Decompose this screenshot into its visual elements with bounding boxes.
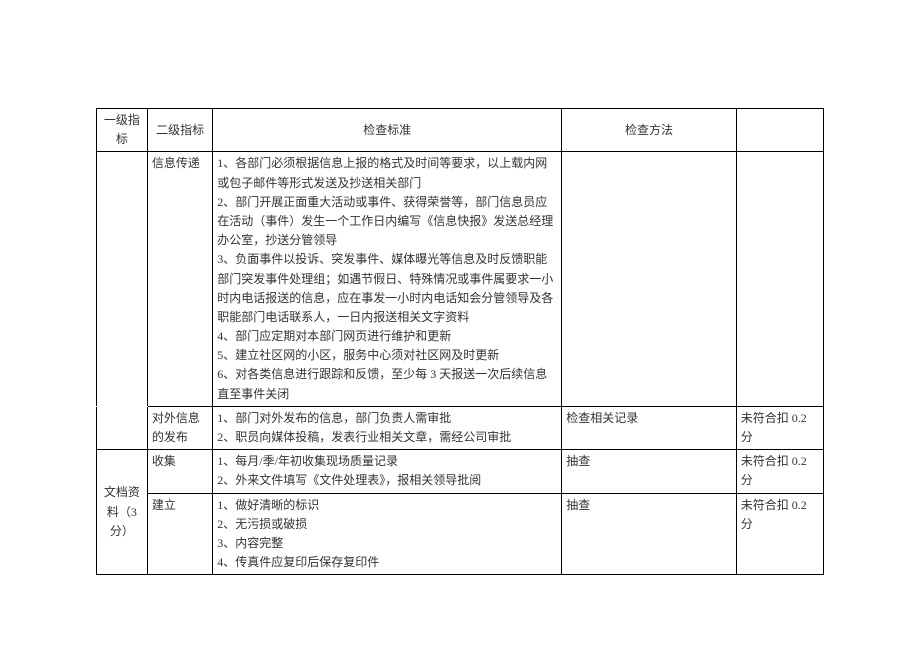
header-method: 检查方法 xyxy=(562,109,736,152)
cell-level2: 信息传递 xyxy=(147,152,212,406)
cell-deduction: 未符合扣 0.2 分 xyxy=(736,450,823,493)
table-row: 文档资料（3 分） 收集 1、每月/季/年初收集现场质量记录2、外来文件填写《文… xyxy=(97,450,824,493)
cell-level2: 建立 xyxy=(147,493,212,575)
cell-method: 检查相关记录 xyxy=(562,406,736,449)
cell-standard: 1、做好清晰的标识2、无污损或破损3、内容完整4、传真件应复印后保存复印件 xyxy=(213,493,562,575)
cell-deduction: 未符合扣 0.2 分 xyxy=(736,493,823,575)
cell-method xyxy=(562,152,736,406)
cell-standard: 1、部门对外发布的信息，部门负责人需审批2、职员向媒体投稿，发表行业相关文章，需… xyxy=(213,406,562,449)
cell-level1 xyxy=(97,152,148,406)
header-row: 一级指标 二级指标 检查标准 检查方法 xyxy=(97,109,824,152)
cell-level1 xyxy=(97,406,148,449)
cell-deduction xyxy=(736,152,823,406)
cell-level1: 文档资料（3 分） xyxy=(97,450,148,575)
cell-method: 抽查 xyxy=(562,493,736,575)
header-standard: 检查标准 xyxy=(213,109,562,152)
cell-deduction: 未符合扣 0.2 分 xyxy=(736,406,823,449)
table-row: 建立 1、做好清晰的标识2、无污损或破损3、内容完整4、传真件应复印后保存复印件… xyxy=(97,493,824,575)
cell-standard: 1、各部门必须根据信息上报的格式及时间等要求，以上载内网或包子邮件等形式发送及抄… xyxy=(213,152,562,406)
table-row: 对外信息的发布 1、部门对外发布的信息，部门负责人需审批2、职员向媒体投稿，发表… xyxy=(97,406,824,449)
table-row: 信息传递 1、各部门必须根据信息上报的格式及时间等要求，以上载内网或包子邮件等形… xyxy=(97,152,824,406)
header-level1: 一级指标 xyxy=(97,109,148,152)
header-deduction xyxy=(736,109,823,152)
header-level2: 二级指标 xyxy=(147,109,212,152)
cell-standard: 1、每月/季/年初收集现场质量记录2、外来文件填写《文件处理表》，报相关领导批阅 xyxy=(213,450,562,493)
cell-method: 抽查 xyxy=(562,450,736,493)
cell-level2: 对外信息的发布 xyxy=(147,406,212,449)
evaluation-table: 一级指标 二级指标 检查标准 检查方法 信息传递 1、各部门必须根据信息上报的格… xyxy=(96,108,824,575)
cell-level2: 收集 xyxy=(147,450,212,493)
